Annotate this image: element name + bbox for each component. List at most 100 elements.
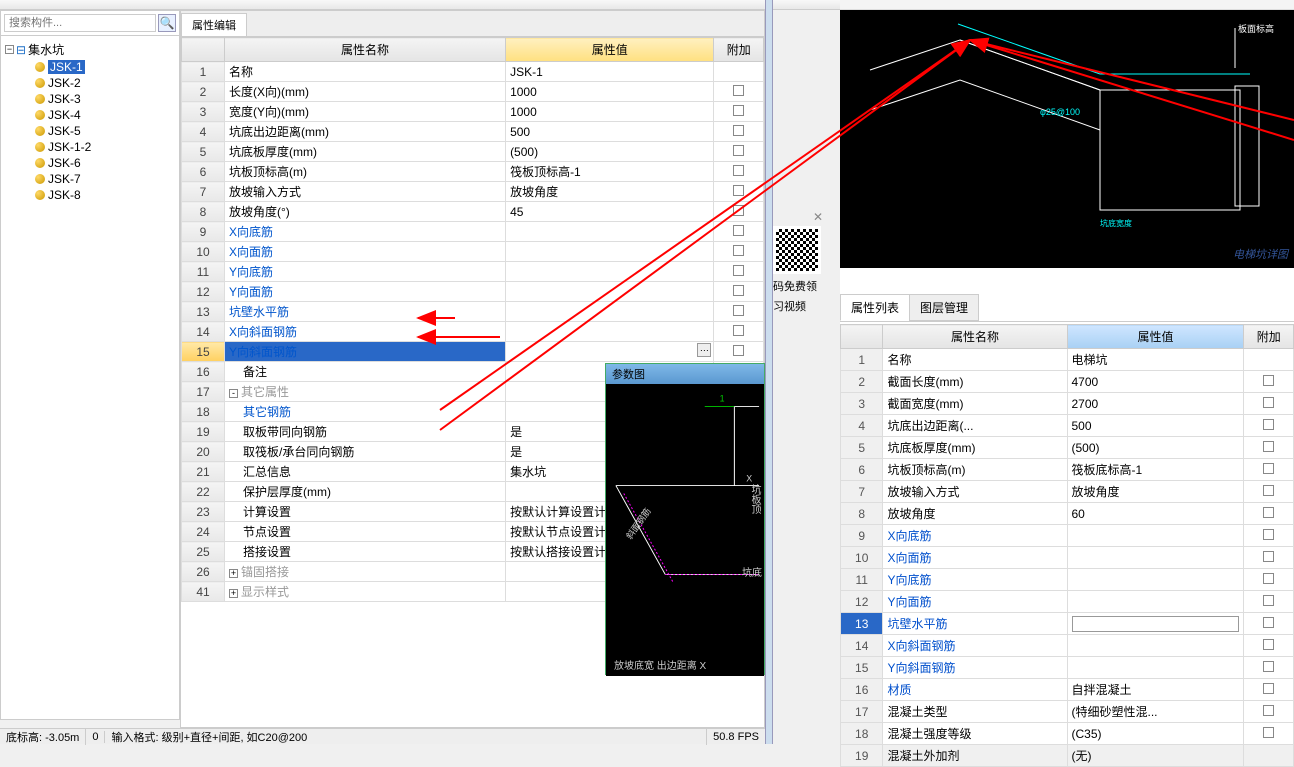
prop-add[interactable] — [714, 142, 764, 162]
expander-icon[interactable]: + — [229, 569, 238, 578]
r-prop-value[interactable] — [1067, 547, 1244, 569]
prop-add[interactable] — [714, 222, 764, 242]
checkbox[interactable] — [733, 285, 744, 296]
right-row-10[interactable]: 10X向面筋 — [841, 547, 1294, 569]
ellipsis-button[interactable]: ⋯ — [697, 343, 711, 357]
r-prop-add[interactable] — [1244, 745, 1294, 767]
right-row-12[interactable]: 12Y向面筋 — [841, 591, 1294, 613]
value-input[interactable] — [1072, 616, 1240, 632]
search-button[interactable]: 🔍 — [158, 14, 176, 32]
checkbox[interactable] — [733, 165, 744, 176]
r-prop-add[interactable] — [1244, 459, 1294, 481]
checkbox[interactable] — [733, 205, 744, 216]
checkbox[interactable] — [1263, 617, 1274, 628]
prop-value[interactable] — [506, 262, 714, 282]
prop-row-13[interactable]: 13坑壁水平筋 — [182, 302, 764, 322]
r-prop-add[interactable] — [1244, 525, 1294, 547]
checkbox[interactable] — [1263, 419, 1274, 430]
prop-add[interactable] — [714, 282, 764, 302]
prop-value[interactable]: 1000 — [506, 82, 714, 102]
prop-add[interactable] — [714, 82, 764, 102]
prop-row-8[interactable]: 8放坡角度(°)45 — [182, 202, 764, 222]
prop-row-4[interactable]: 4坑底出边距离(mm)500 — [182, 122, 764, 142]
prop-value[interactable]: JSK-1 — [506, 62, 714, 82]
r-prop-value[interactable]: 60 — [1067, 503, 1244, 525]
checkbox[interactable] — [1263, 463, 1274, 474]
prop-row-6[interactable]: 6坑板顶标高(m)筏板顶标高-1 — [182, 162, 764, 182]
checkbox[interactable] — [1263, 705, 1274, 716]
right-row-8[interactable]: 8放坡角度60 — [841, 503, 1294, 525]
checkbox[interactable] — [1263, 507, 1274, 518]
checkbox[interactable] — [733, 105, 744, 116]
r-prop-add[interactable] — [1244, 569, 1294, 591]
tree-item-jsk-3[interactable]: JSK-3 — [3, 91, 177, 107]
r-prop-add[interactable] — [1244, 657, 1294, 679]
r-prop-value[interactable]: 电梯坑 — [1067, 349, 1244, 371]
tab-property-edit[interactable]: 属性编辑 — [181, 13, 247, 36]
prop-value[interactable] — [506, 302, 714, 322]
r-prop-value[interactable]: 自拌混凝土 — [1067, 679, 1244, 701]
prop-row-7[interactable]: 7放坡输入方式放坡角度 — [182, 182, 764, 202]
r-prop-add[interactable] — [1244, 723, 1294, 745]
right-row-16[interactable]: 16材质自拌混凝土 — [841, 679, 1294, 701]
checkbox[interactable] — [733, 185, 744, 196]
checkbox[interactable] — [733, 265, 744, 276]
r-prop-add[interactable] — [1244, 503, 1294, 525]
r-prop-value[interactable] — [1067, 525, 1244, 547]
prop-row-15[interactable]: 15Y向斜面钢筋⋯ — [182, 342, 764, 362]
prop-value[interactable] — [506, 222, 714, 242]
checkbox[interactable] — [1263, 595, 1274, 606]
checkbox[interactable] — [733, 225, 744, 236]
tree-item-jsk-4[interactable]: JSK-4 — [3, 107, 177, 123]
prop-row-1[interactable]: 1名称JSK-1 — [182, 62, 764, 82]
prop-value[interactable]: 500 — [506, 122, 714, 142]
right-row-19[interactable]: 19混凝土外加剂(无) — [841, 745, 1294, 767]
prop-add[interactable] — [714, 302, 764, 322]
checkbox[interactable] — [1263, 573, 1274, 584]
prop-add[interactable] — [714, 62, 764, 82]
search-input[interactable] — [4, 14, 156, 32]
tree-item-jsk-2[interactable]: JSK-2 — [3, 75, 177, 91]
expander-icon[interactable]: - — [229, 389, 238, 398]
checkbox[interactable] — [1263, 375, 1274, 386]
checkbox[interactable] — [1263, 727, 1274, 738]
checkbox[interactable] — [1263, 441, 1274, 452]
checkbox[interactable] — [1263, 661, 1274, 672]
tab-property-list[interactable]: 属性列表 — [840, 294, 910, 321]
prop-value[interactable] — [506, 322, 714, 342]
right-row-3[interactable]: 3截面宽度(mm)2700 — [841, 393, 1294, 415]
prop-row-14[interactable]: 14X向斜面钢筋 — [182, 322, 764, 342]
checkbox[interactable] — [1263, 683, 1274, 694]
tree-item-jsk-5[interactable]: JSK-5 — [3, 123, 177, 139]
r-prop-value[interactable]: 500 — [1067, 415, 1244, 437]
prop-add[interactable] — [714, 102, 764, 122]
r-prop-add[interactable] — [1244, 591, 1294, 613]
checkbox[interactable] — [733, 325, 744, 336]
right-row-14[interactable]: 14X向斜面钢筋 — [841, 635, 1294, 657]
prop-value[interactable]: 放坡角度 — [506, 182, 714, 202]
prop-value[interactable] — [506, 282, 714, 302]
tree-root[interactable]: − ⊟ 集水坑 — [3, 40, 177, 59]
param-window-title[interactable]: 参数图 — [606, 364, 764, 384]
checkbox[interactable] — [733, 85, 744, 96]
prop-value[interactable]: (500) — [506, 142, 714, 162]
prop-row-9[interactable]: 9X向底筋 — [182, 222, 764, 242]
prop-add[interactable] — [714, 202, 764, 222]
checkbox[interactable] — [1263, 551, 1274, 562]
prop-value[interactable]: ⋯ — [506, 342, 714, 362]
prop-add[interactable] — [714, 342, 764, 362]
right-row-18[interactable]: 18混凝土强度等级(C35) — [841, 723, 1294, 745]
collapse-icon[interactable]: − — [5, 45, 14, 54]
r-prop-add[interactable] — [1244, 349, 1294, 371]
tab-layer-manage[interactable]: 图层管理 — [909, 294, 979, 321]
r-prop-value[interactable] — [1067, 569, 1244, 591]
tree-item-jsk-6[interactable]: JSK-6 — [3, 155, 177, 171]
r-prop-value[interactable]: (无) — [1067, 745, 1244, 767]
r-prop-value[interactable] — [1067, 635, 1244, 657]
r-prop-value[interactable]: 放坡角度 — [1067, 481, 1244, 503]
r-prop-add[interactable] — [1244, 437, 1294, 459]
r-prop-add[interactable] — [1244, 679, 1294, 701]
right-row-15[interactable]: 15Y向斜面钢筋 — [841, 657, 1294, 679]
prop-value[interactable]: 筏板顶标高-1 — [506, 162, 714, 182]
right-row-6[interactable]: 6坑板顶标高(m)筏板底标高-1 — [841, 459, 1294, 481]
